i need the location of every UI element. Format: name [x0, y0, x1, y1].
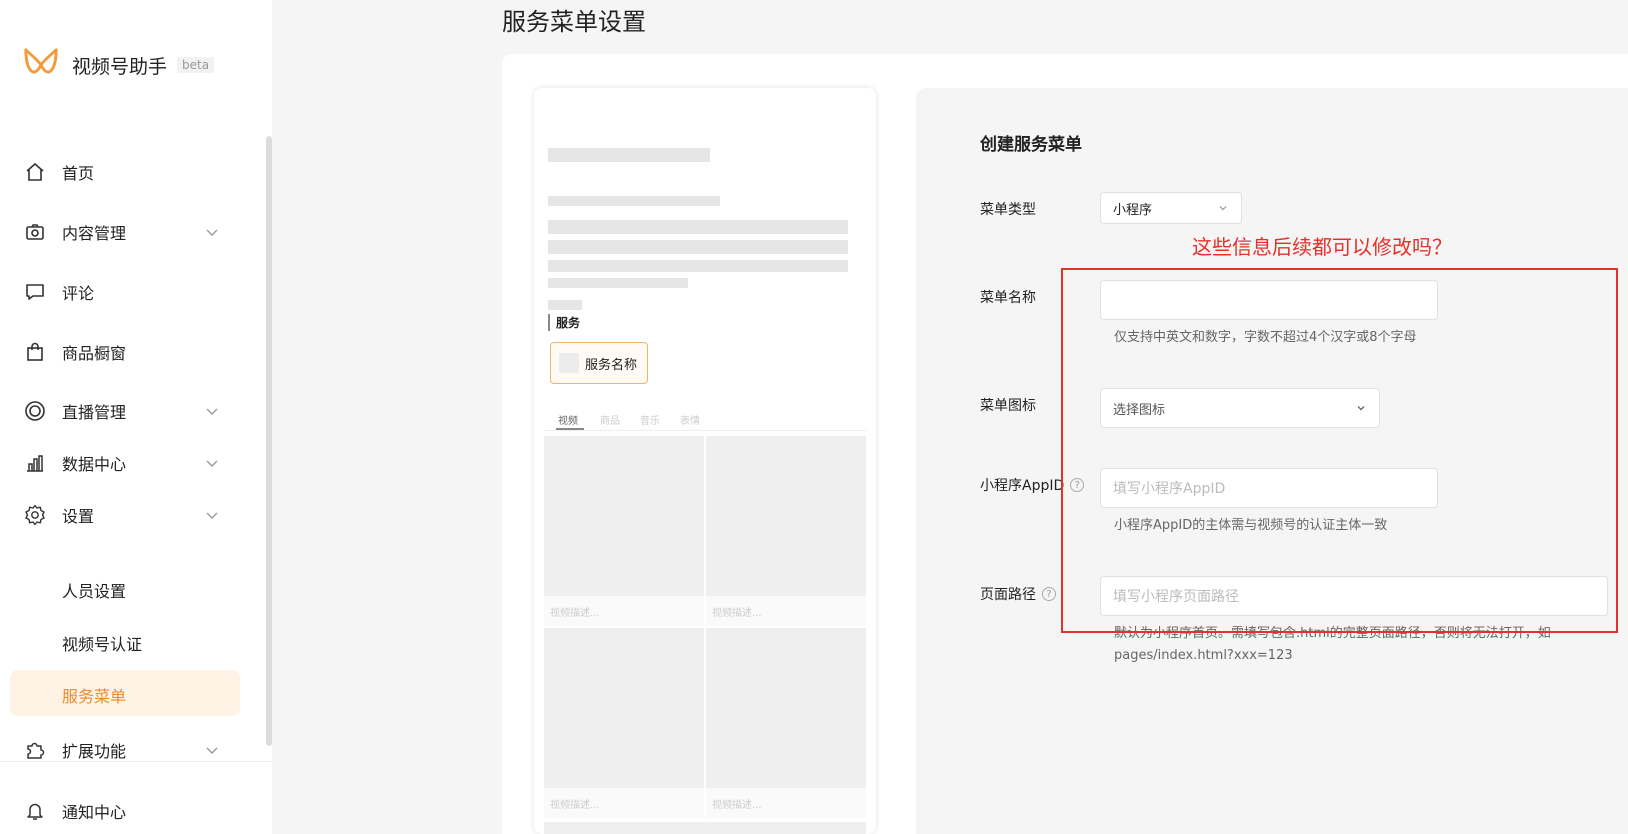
video-thumbnail[interactable]: 视频描述... [706, 436, 866, 626]
sidebar-item-label: 内容管理 [62, 224, 127, 243]
app-title: 视频号助手 [72, 55, 168, 78]
sidebar-item-live[interactable]: 直播管理 [24, 391, 220, 431]
menu-type-value: 小程序 [1113, 202, 1153, 218]
preview-tab-stickers[interactable]: 表情 [680, 412, 700, 427]
puzzle-icon [24, 739, 46, 761]
form-heading: 创建服务菜单 [980, 135, 1082, 155]
sidebar: 视频号助手 beta 首页 内容管理 评论 商品橱窗 直播管理 数据中心 设置 … [0, 0, 272, 834]
preview-tab-music[interactable]: 音乐 [640, 412, 660, 427]
annotation-box [1061, 268, 1618, 633]
path-label: 页面路径 ? [980, 584, 1056, 604]
chevron-down-icon [206, 512, 218, 519]
video-caption: 视频描述... [712, 608, 762, 619]
sidebar-item-label: 评论 [62, 284, 95, 303]
chart-icon [24, 452, 46, 474]
preview-service-button[interactable]: 服务名称 [550, 342, 648, 384]
path-label-text: 页面路径 [980, 587, 1036, 603]
help-icon[interactable]: ? [1042, 587, 1056, 601]
gear-icon [24, 504, 46, 526]
menu-icon-label-text: 菜单图标 [980, 398, 1036, 414]
video-thumbnail-image [706, 436, 866, 596]
blurred-text [548, 260, 848, 272]
video-thumbnail[interactable]: 视频描述... [544, 436, 704, 626]
sidebar-item-data[interactable]: 数据中心 [24, 443, 220, 483]
blurred-text [548, 300, 582, 310]
preview-service-button-label: 服务名称 [585, 357, 638, 373]
video-thumbnail-image [706, 628, 866, 788]
phone-preview: 服务 服务名称 视频 商品 音乐 表情 视频描述... 视频描述... 视频描述… [534, 88, 876, 834]
menu-type-label: 菜单类型 [980, 199, 1036, 219]
chevron-down-icon [206, 460, 218, 467]
preview-tab-video[interactable]: 视频 [558, 412, 578, 427]
video-thumbnail-image [544, 628, 704, 788]
video-thumbnail-image [544, 436, 704, 596]
video-caption: 视频描述... [550, 608, 600, 619]
chevron-down-icon [206, 747, 218, 754]
beta-badge: beta [177, 57, 215, 73]
preview-tab-goods[interactable]: 商品 [600, 412, 620, 427]
blurred-text [548, 240, 848, 254]
chevron-down-icon [1219, 206, 1227, 211]
comment-icon [24, 281, 46, 303]
path-hint-line2: pages/index.html?xxx=123 [1114, 648, 1293, 663]
sidebar-item-home[interactable]: 首页 [24, 152, 220, 192]
live-icon [24, 400, 46, 422]
sidebar-subitem-verification[interactable]: 视频号认证 [62, 631, 142, 655]
home-icon [24, 161, 46, 183]
logo-icon [24, 48, 58, 74]
blurred-name [548, 148, 710, 162]
preview-service-section-title: 服务 [548, 314, 580, 331]
video-caption: 视频描述... [550, 800, 600, 811]
service-placeholder-icon [559, 353, 579, 373]
sidebar-subitem-service-menu[interactable]: 服务菜单 [62, 683, 126, 707]
sidebar-item-label: 数据中心 [62, 455, 127, 474]
shopping-bag-icon [24, 341, 46, 363]
video-thumbnail[interactable]: 视频描述... [706, 628, 866, 818]
sidebar-item-label: 通知中心 [62, 803, 127, 822]
sidebar-subitem-staff[interactable]: 人员设置 [62, 578, 126, 602]
blurred-text [548, 278, 688, 288]
chevron-down-icon [206, 229, 218, 236]
sidebar-scrollbar[interactable] [266, 136, 272, 746]
camera-icon [24, 221, 46, 243]
preview-tab-divider [544, 430, 866, 431]
sidebar-divider [0, 761, 272, 762]
sidebar-item-label: 首页 [62, 164, 95, 183]
bell-icon [24, 800, 46, 822]
appid-label-text: 小程序AppID [980, 478, 1065, 494]
sidebar-item-notifications[interactable]: 通知中心 [24, 791, 220, 831]
sidebar-item-label: 直播管理 [62, 403, 127, 422]
sidebar-item-content[interactable]: 内容管理 [24, 212, 220, 252]
menu-type-select[interactable]: 小程序 [1100, 192, 1242, 224]
sidebar-item-label: 扩展功能 [62, 742, 127, 761]
annotation-text: 这些信息后续都可以修改吗？ [1192, 235, 1452, 259]
sidebar-item-settings[interactable]: 设置 [24, 495, 220, 535]
video-thumbnail[interactable]: 视频描述... [544, 628, 704, 818]
video-caption: 视频描述... [712, 800, 762, 811]
blurred-text [548, 220, 848, 234]
blurred-text [548, 196, 720, 206]
menu-icon-label: 菜单图标 [980, 395, 1036, 415]
page-title: 服务菜单设置 [502, 8, 646, 36]
sidebar-item-extensions[interactable]: 扩展功能 [24, 730, 220, 770]
menu-name-label: 菜单名称 [980, 287, 1036, 307]
menu-name-label-text: 菜单名称 [980, 290, 1036, 306]
phone-bottom-bar [544, 822, 866, 834]
sidebar-item-comments[interactable]: 评论 [24, 272, 220, 312]
chevron-down-icon [206, 408, 218, 415]
app-logo[interactable]: 视频号助手 beta [22, 46, 215, 84]
sidebar-item-label: 设置 [62, 507, 95, 526]
sidebar-item-label: 商品橱窗 [62, 344, 127, 363]
sidebar-item-shop[interactable]: 商品橱窗 [24, 332, 220, 372]
menu-type-label-text: 菜单类型 [980, 202, 1036, 218]
